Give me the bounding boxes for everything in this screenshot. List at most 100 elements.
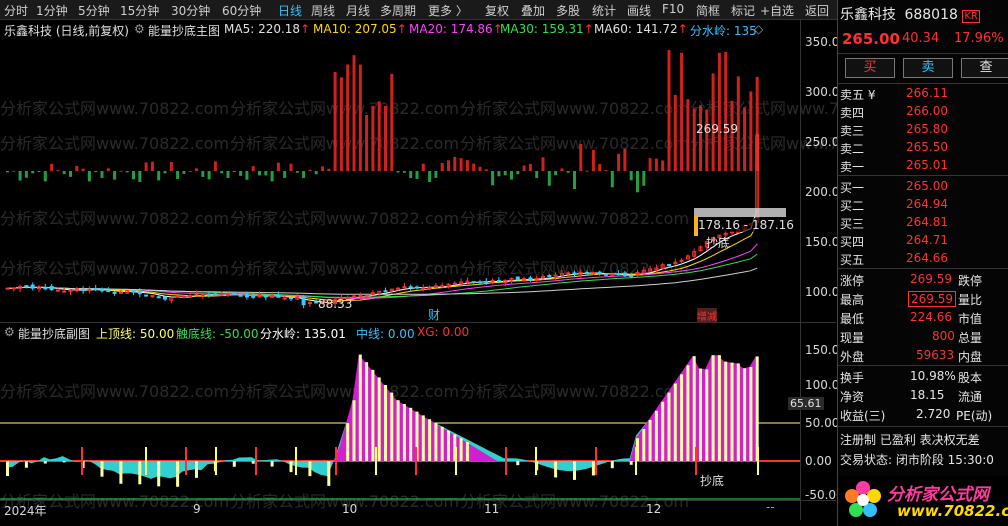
candle-body: [667, 263, 671, 266]
tool-add-watchlist[interactable]: +自选: [760, 2, 794, 19]
energy-bar: [528, 163, 532, 171]
sub-indicator-chart[interactable]: [0, 340, 800, 502]
y-tick: 250.0: [805, 135, 840, 149]
stat-value: 224.66: [910, 310, 952, 324]
tool-diejia[interactable]: 叠加: [521, 2, 545, 19]
energy-column: [516, 461, 520, 466]
period-tab-60min[interactable]: 60分钟: [222, 2, 261, 19]
energy-column: [573, 461, 576, 480]
energy-column: [717, 355, 721, 461]
main-chart-header: 乐鑫科技 (日线,前复权) ⚙ 能量抄底主图 MA5: 220.18↑ MA10…: [0, 20, 800, 38]
candle-body: [81, 289, 86, 292]
energy-column: [629, 461, 633, 465]
energy-bar: [87, 171, 91, 182]
stat-label-2: PE(动): [956, 409, 993, 423]
tool-fuquan[interactable]: 复权: [485, 2, 509, 19]
energy-column: [371, 369, 375, 461]
period-tab-30min[interactable]: 30分钟: [171, 2, 210, 19]
main-price-chart[interactable]: [0, 38, 800, 322]
ob-price: 264.81: [906, 215, 948, 229]
period-tab-monthly[interactable]: 月线: [346, 2, 370, 19]
energy-bar: [636, 171, 639, 193]
event-marker[interactable]: 增减: [697, 308, 717, 323]
energy-column: [673, 383, 677, 461]
candle-body: [547, 275, 552, 278]
finance-marker[interactable]: 财: [428, 306, 440, 323]
energy-bar: [484, 169, 488, 171]
zoom-icon[interactable]: --: [766, 500, 775, 514]
tool-f10[interactable]: F10: [662, 2, 684, 16]
candle-body: [181, 296, 186, 299]
energy-column: [377, 377, 381, 461]
period-tab-more[interactable]: 更多 〉: [428, 2, 468, 19]
energy-bar: [377, 101, 381, 171]
energy-column: [554, 461, 558, 478]
candle-body: [219, 293, 224, 296]
buy-button[interactable]: 买: [845, 58, 895, 78]
sub-indicator-name[interactable]: 能量抄底副图: [18, 325, 90, 342]
energy-column: [409, 407, 413, 461]
ma5-name: MA5: [224, 22, 251, 36]
ob-label: 卖二: [840, 142, 865, 156]
period-tab-weekly[interactable]: 周线: [311, 2, 335, 19]
energy-column: [692, 356, 696, 461]
indicator-name[interactable]: 能量抄底主图: [148, 22, 220, 39]
energy-bar: [472, 163, 476, 171]
settings-icon[interactable]: ⚙: [134, 22, 145, 36]
energy-bar: [447, 160, 450, 171]
candle-body: [276, 294, 281, 298]
x-tick: 11: [484, 502, 500, 516]
ob-label: 卖四: [840, 106, 865, 120]
energy-column: [6, 461, 9, 477]
tool-duogu[interactable]: 多股: [556, 2, 580, 19]
energy-bar: [75, 165, 79, 171]
energy-column: [308, 461, 312, 477]
energy-bar: [18, 171, 22, 181]
period-tab-daily[interactable]: 日线: [278, 2, 302, 19]
sell-button[interactable]: 卖: [903, 58, 953, 78]
energy-bar: [144, 162, 148, 171]
ob-label: 买一: [840, 181, 865, 195]
energy-column: [327, 461, 331, 486]
tool-tongji[interactable]: 统计: [592, 2, 616, 19]
period-tab-multi[interactable]: 多周期: [380, 2, 416, 19]
energy-bar: [138, 171, 142, 182]
energy-column: [62, 461, 66, 463]
ma10-name: MA10: [313, 22, 347, 36]
candle-body: [100, 288, 104, 292]
energy-bar: [106, 168, 110, 171]
energy-column: [749, 367, 753, 461]
period-tab-fenshi[interactable]: 分时: [4, 2, 28, 19]
candle-body: [572, 272, 577, 275]
candle-body: [629, 275, 634, 278]
ob-price: 266.00: [906, 104, 948, 118]
energy-bar: [547, 171, 551, 186]
period-tab-5min[interactable]: 5分钟: [78, 2, 110, 19]
ma20-value: 174.86: [450, 22, 493, 36]
energy-column: [119, 461, 123, 484]
energy-bar: [100, 171, 104, 178]
period-tab-15min[interactable]: 15分钟: [120, 2, 159, 19]
y-tick: 200.0: [805, 185, 840, 199]
energy-column: [365, 362, 369, 461]
energy-bar: [289, 163, 293, 171]
candle-body: [232, 293, 237, 296]
query-button[interactable]: 查: [961, 58, 1008, 78]
tool-back[interactable]: 返回: [805, 2, 829, 19]
period-tab-1min[interactable]: 1分钟: [36, 2, 68, 19]
energy-column: [434, 423, 438, 461]
ob-price: 265.00: [906, 179, 948, 193]
tool-biaoji[interactable]: 标记: [731, 2, 755, 19]
energy-bar: [308, 169, 312, 171]
settings-icon[interactable]: ⚙: [4, 325, 15, 339]
x-tick: 2024年: [4, 504, 47, 518]
tool-huaxian[interactable]: 画线: [627, 2, 651, 19]
energy-bar: [339, 77, 343, 171]
x-tick: 9: [193, 502, 201, 516]
tool-jiankuang[interactable]: 简框: [696, 2, 720, 19]
candle-body: [49, 285, 54, 291]
stock-code: 688018: [904, 7, 958, 23]
energy-bar: [113, 171, 117, 180]
energy-bar: [629, 171, 633, 181]
energy-bar: [188, 170, 192, 172]
